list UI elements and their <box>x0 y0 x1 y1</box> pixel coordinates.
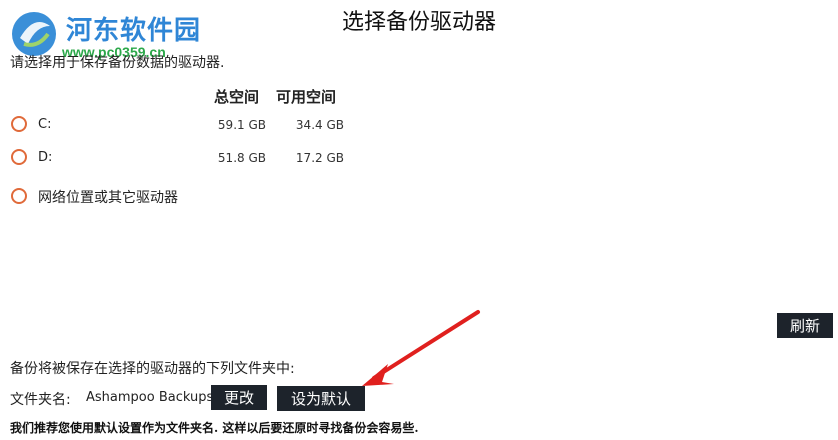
drive-c-total: 59.1 GB <box>217 118 266 132</box>
column-header-free: 可用空间 <box>276 88 337 106</box>
drive-c-free: 34.4 GB <box>295 118 344 132</box>
recommendation-text: 我们推荐您使用默认设置作为文件夹名. 这样以后要还原时寻找备份会容易些. <box>10 421 419 435</box>
drive-d-free: 17.2 GB <box>295 151 344 165</box>
network-location-radio[interactable] <box>11 188 27 204</box>
drive-d-radio[interactable] <box>11 149 27 165</box>
drive-c-label[interactable]: C: <box>38 117 51 132</box>
folder-name-value: Ashampoo Backups <box>86 390 214 405</box>
folder-name-label: 文件夹名: <box>10 392 71 408</box>
page-title: 选择备份驱动器 <box>341 10 496 35</box>
drive-d-total: 51.8 GB <box>217 151 266 165</box>
set-default-button[interactable]: 设为默认 <box>277 386 365 411</box>
change-folder-button[interactable]: 更改 <box>211 385 267 410</box>
column-header-total: 总空间 <box>214 88 260 106</box>
drive-c-radio[interactable] <box>11 116 27 132</box>
annotation-arrow-icon <box>362 310 480 386</box>
network-location-label[interactable]: 网络位置或其它驱动器 <box>38 187 178 207</box>
drive-d-label[interactable]: D: <box>38 150 52 165</box>
drive-select-prompt: 请选择用于保存备份数据的驱动器. <box>10 55 225 71</box>
save-folder-note: 备份将被保存在选择的驱动器的下列文件夹中: <box>10 361 295 377</box>
refresh-button[interactable]: 刷新 <box>777 313 833 338</box>
